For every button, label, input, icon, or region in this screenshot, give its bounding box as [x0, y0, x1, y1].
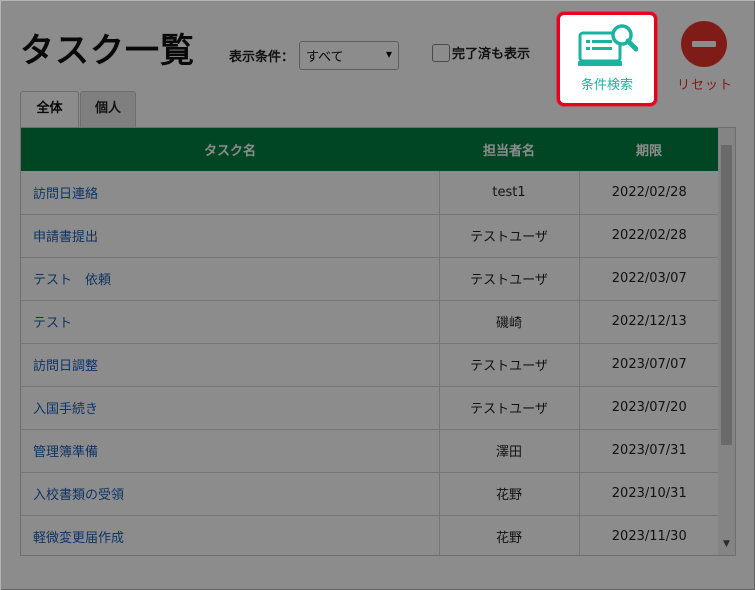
minus-circle-icon [681, 21, 727, 67]
table-row[interactable]: 入校書類の受領 花野 2023/10/31 [21, 472, 719, 516]
table-row[interactable]: 入国手続き テストユーザ 2023/07/20 [21, 386, 719, 430]
scroll-down-arrow-icon[interactable]: ▼ [718, 539, 735, 553]
filter-select[interactable]: すべて ▾ [299, 41, 399, 70]
show-completed-checkbox[interactable] [432, 44, 450, 62]
task-name-link[interactable]: 訪問日調整 [21, 343, 439, 387]
due-date-cell: 2022/12/13 [578, 300, 719, 344]
assignee-cell: 花野 [438, 472, 579, 516]
task-name-link[interactable]: テスト 依頼 [21, 257, 439, 301]
assignee-cell: テストユーザ [438, 214, 579, 258]
table-row[interactable]: 管理簿準備 澤田 2023/07/31 [21, 429, 719, 473]
table-row[interactable]: 軽微変更届作成 花野 2023/11/30 [21, 515, 719, 555]
assignee-cell: 磯崎 [438, 300, 579, 344]
assignee-cell: テストユーザ [438, 343, 579, 387]
reset-button[interactable]: リセット [669, 17, 741, 97]
filter-label: 表示条件： [229, 50, 295, 65]
due-date-cell: 2023/07/20 [578, 386, 719, 430]
assignee-cell: 花野 [438, 515, 579, 555]
table-row[interactable]: 訪問日連絡 test1 2022/02/28 [21, 171, 719, 215]
show-completed-label: 完了済も表示 [452, 47, 531, 62]
table-scrollbar[interactable]: ▼ [718, 128, 735, 555]
task-name-link[interactable]: 申請書提出 [21, 214, 439, 258]
due-date-cell: 2022/02/28 [578, 214, 719, 258]
assignee-cell: テストユーザ [438, 257, 579, 301]
table-row[interactable]: テスト 依頼 テストユーザ 2022/03/07 [21, 257, 719, 301]
column-header-assignee[interactable]: 担当者名 [439, 128, 579, 171]
task-name-link[interactable]: 入校書類の受領 [21, 472, 439, 516]
table-row[interactable]: テスト 磯崎 2022/12/13 [21, 300, 719, 344]
due-date-cell: 2022/02/28 [578, 171, 719, 215]
reset-label: リセット [676, 78, 733, 93]
task-name-link[interactable]: 入国手続き [21, 386, 439, 430]
due-date-cell: 2023/07/07 [578, 343, 719, 387]
task-name-link[interactable]: 軽微変更届作成 [21, 515, 439, 555]
condition-search-button[interactable]: 条件検索 [557, 12, 657, 106]
task-name-link[interactable]: 訪問日連絡 [21, 171, 439, 215]
due-date-cell: 2023/07/31 [578, 429, 719, 473]
table-header-row: タスク名 担当者名 期限 [21, 128, 719, 171]
due-date-cell: 2022/03/07 [578, 257, 719, 301]
condition-search-label: 条件検索 [580, 78, 633, 93]
task-table: タスク名 担当者名 期限 訪問日連絡 test1 2022/02/28 申請書提出テ… [20, 127, 736, 556]
assignee-cell: テストユーザ [438, 386, 579, 430]
task-list-page: タスク一覧 表示条件： すべて ▾ 完了済も表示 リセット 全体 個人 タスク名… [0, 0, 755, 590]
due-date-cell: 2023/10/31 [578, 472, 719, 516]
table-row[interactable]: 訪問日調整 テストユーザ 2023/07/07 [21, 343, 719, 387]
column-header-task-name[interactable]: タスク名 [21, 128, 439, 171]
assignee-cell: test1 [438, 171, 579, 215]
due-date-cell: 2023/11/30 [578, 515, 719, 555]
table-row[interactable]: 申請書提出 テストユーザ 2022/02/28 [21, 214, 719, 258]
chevron-down-icon: ▾ [385, 47, 392, 61]
scrollbar-thumb[interactable] [721, 145, 732, 445]
filter-select-value: すべて [306, 50, 344, 65]
tab-personal[interactable]: 個人 [80, 91, 136, 127]
task-name-link[interactable]: テスト [21, 300, 439, 344]
assignee-cell: 澤田 [438, 429, 579, 473]
tab-all[interactable]: 全体 [20, 91, 79, 127]
page-title: タスク一覧 [20, 31, 195, 71]
search-form-icon [578, 24, 638, 66]
task-name-link[interactable]: 管理簿準備 [21, 429, 439, 473]
column-header-due-date[interactable]: 期限 [579, 128, 719, 171]
